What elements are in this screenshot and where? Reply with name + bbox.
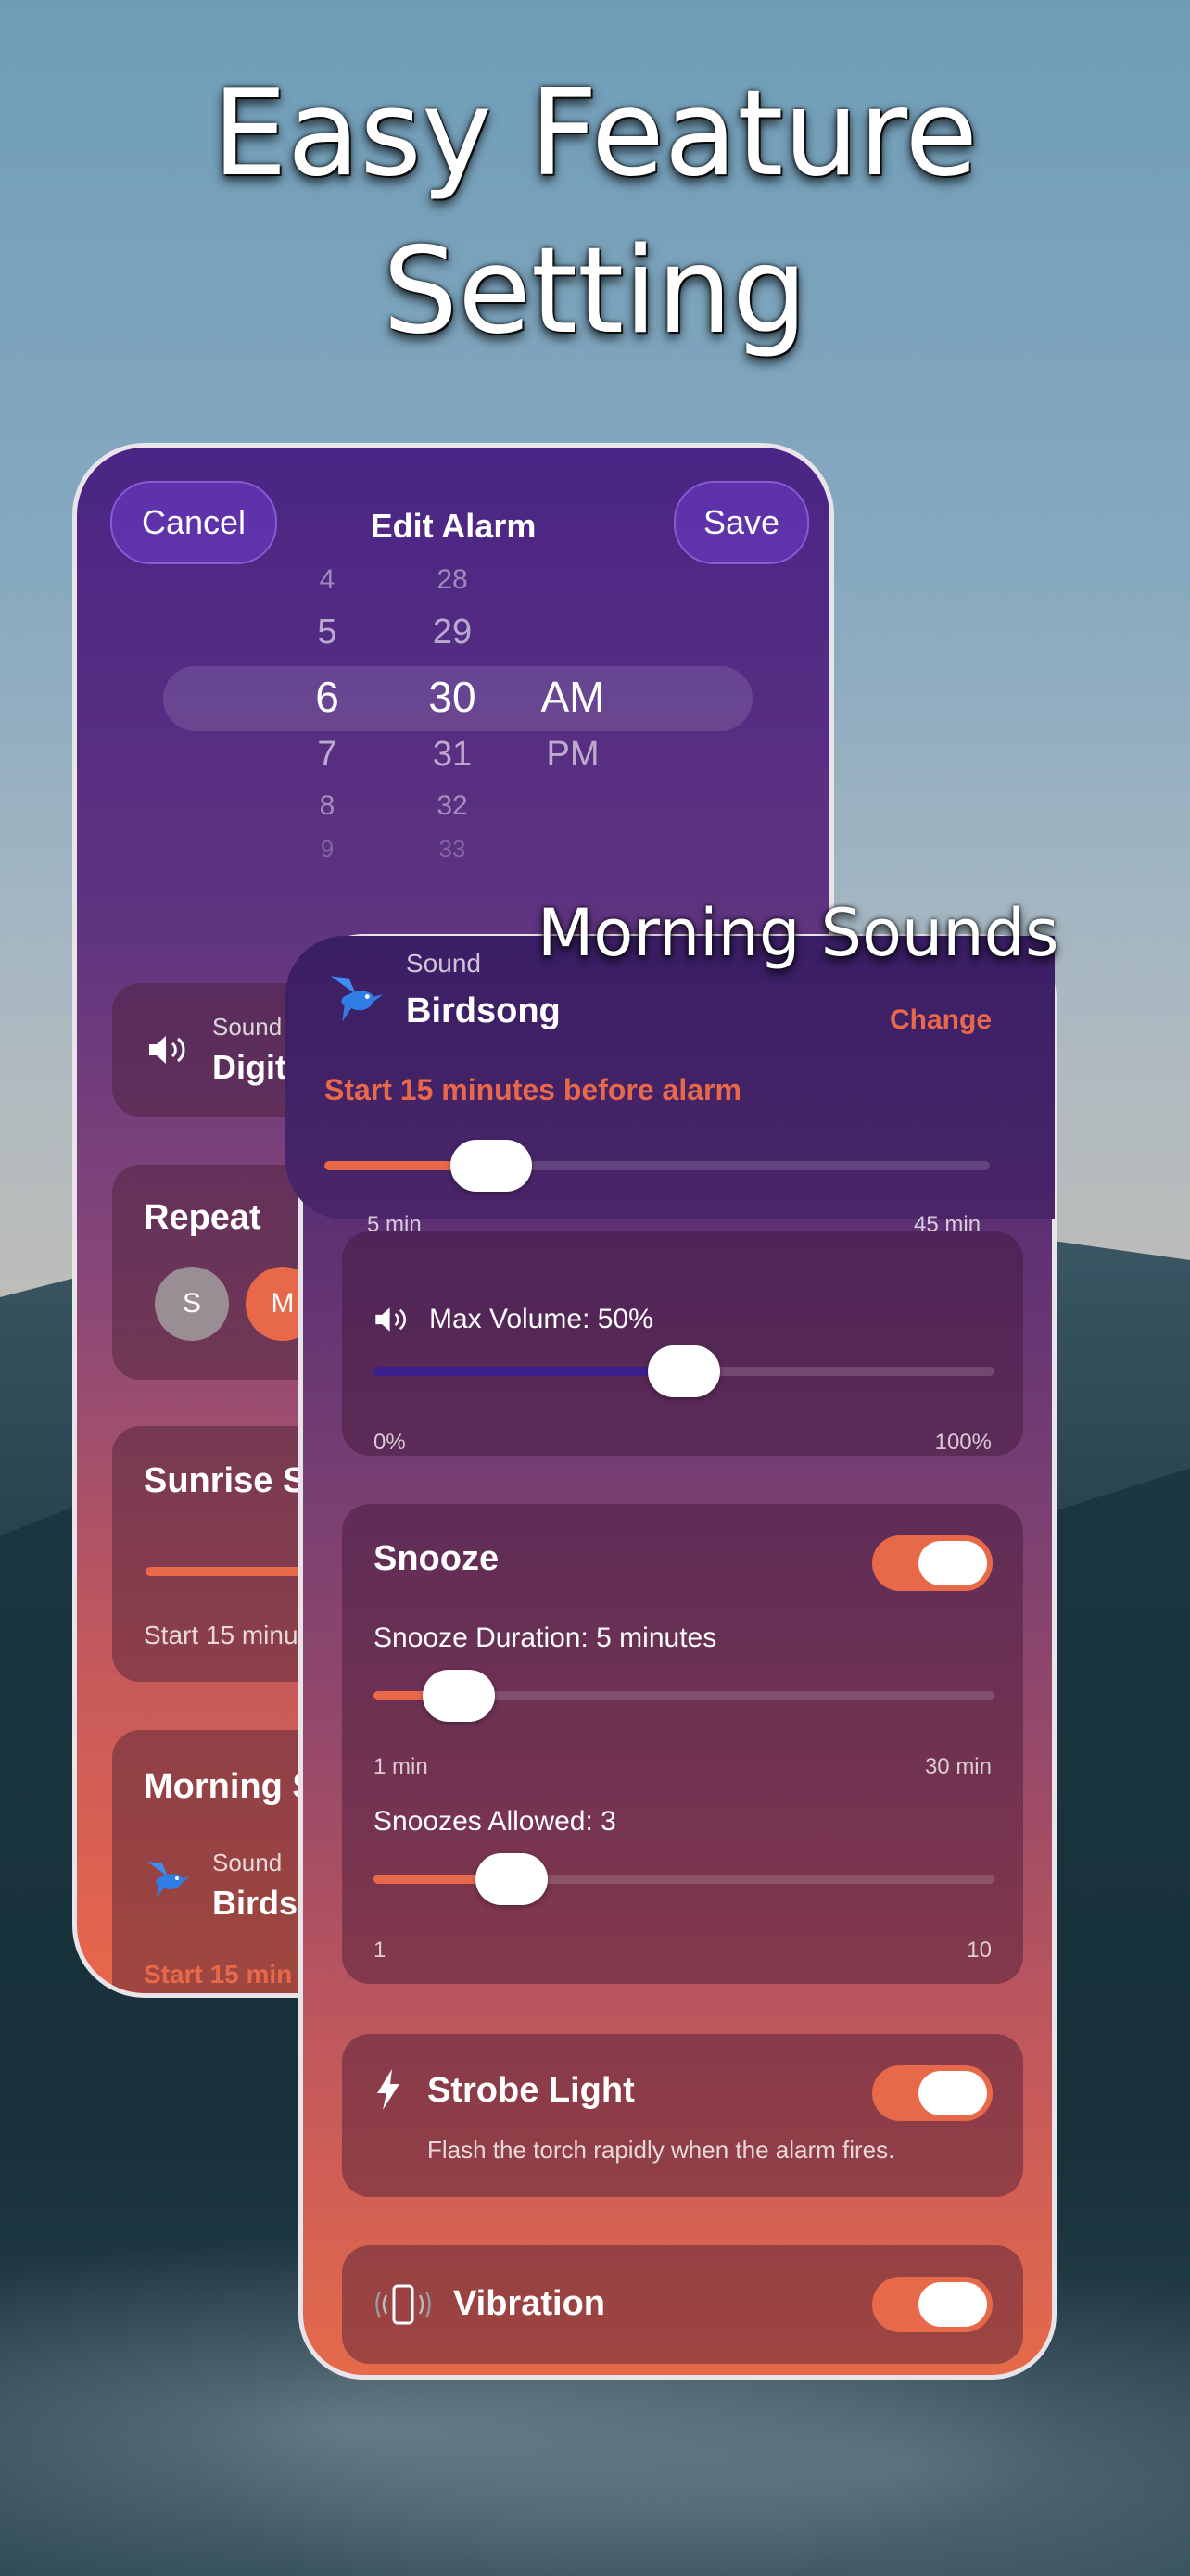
morning-caption: Sound [212,1849,283,1876]
vibration-title: Vibration [453,2284,605,2323]
picker-hour-selected[interactable]: 6 [285,672,369,722]
picker-hour[interactable]: 9 [285,835,369,864]
snooze-duration-thumb[interactable] [423,1670,495,1722]
snoozes-allowed-min: 1 [373,1938,386,1963]
save-button[interactable]: Save [674,481,809,564]
speaker-icon [149,1036,185,1064]
day-toggle-sunday[interactable]: S [155,1267,229,1341]
snooze-toggle[interactable] [872,1535,993,1591]
morning-title: Morning S [144,1767,316,1806]
picker-minute[interactable]: 28 [411,564,494,596]
strobe-title: Strobe Light [427,2071,635,2110]
max-volume-label: Max Volume: 50% [429,1304,653,1334]
picker-minute[interactable]: 31 [411,735,494,775]
repeat-title: Repeat [144,1198,261,1237]
strobe-toggle[interactable] [872,2065,993,2121]
picker-hour[interactable]: 7 [285,735,369,775]
bolt-icon [377,2069,399,2110]
picker-period[interactable]: PM [531,735,614,775]
snoozes-allowed-thumb[interactable] [475,1853,548,1905]
sound-selector-panel: Sound Birdsong Change Start 15 minutes b… [285,936,1055,1219]
hummingbird-icon [330,976,384,1022]
sound-value: Birdsong [406,991,561,1030]
vibration-card: Vibration [342,2245,1023,2364]
headline-line-2: Setting [382,222,808,360]
snooze-duration-min: 1 min [373,1754,428,1779]
vibration-toggle[interactable] [872,2277,993,2332]
picker-period-selected[interactable]: AM [531,672,614,722]
snooze-card: Snooze Snooze Duration: 5 minutes 1 min … [342,1504,1023,1984]
max-volume-card: Max Volume: 50% 0% 100% [342,1231,1023,1456]
strobe-light-card: Strobe Light Flash the torch rapidly whe… [342,2034,1023,2197]
sound-caption: Sound [212,1013,283,1041]
headline-line-1: Easy Feature [211,65,979,203]
strobe-description: Flash the torch rapidly when the alarm f… [427,2136,895,2164]
snoozes-allowed-max: 10 [967,1938,992,1963]
picker-minute[interactable]: 29 [411,612,494,652]
snooze-title: Snooze [373,1539,500,1578]
picker-minute[interactable]: 32 [411,790,494,822]
sound-caption: Sound [406,949,481,978]
sunrise-subtitle: Start 15 minu [144,1621,298,1649]
hummingbird-icon [147,1862,190,1899]
start-before-label: Start 15 minutes before alarm [324,1073,741,1106]
picker-hour[interactable]: 5 [285,612,369,652]
picker-minute-selected[interactable]: 30 [411,672,494,722]
volume-min-label: 0% [373,1430,406,1455]
volume-slider-thumb[interactable] [648,1345,720,1397]
change-sound-button[interactable]: Change [890,1004,992,1036]
headline: Easy Feature Setting [0,56,1190,371]
morning-subtitle: Start 15 min [144,1960,293,1989]
volume-max-label: 100% [934,1430,992,1455]
picker-hour[interactable]: 8 [285,790,369,822]
callout-label: Morning Sounds [538,895,1059,971]
phone-vibrate-icon [375,2284,431,2325]
picker-minute[interactable]: 33 [411,835,494,864]
snooze-duration-max: 30 min [924,1754,992,1779]
start-min-label: 5 min [367,1212,422,1237]
snooze-duration-label: Snooze Duration: 5 minutes [373,1623,717,1653]
sunrise-title: Sunrise S [144,1461,307,1500]
volume-slider-fill [373,1367,684,1376]
start-max-label: 45 min [914,1212,981,1237]
start-slider-thumb[interactable] [450,1140,532,1192]
snoozes-allowed-label: Snoozes Allowed: 3 [373,1806,616,1837]
picker-hour[interactable]: 4 [285,564,369,596]
speaker-icon [375,1307,407,1332]
